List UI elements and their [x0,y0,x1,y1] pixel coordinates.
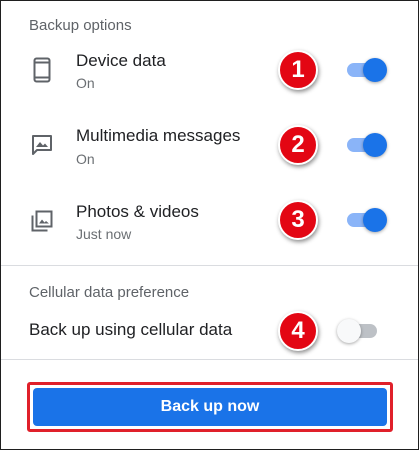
phone-icon [29,57,55,83]
cellular-backup-toggle[interactable] [337,318,377,344]
multimedia-messages-toggle[interactable] [347,132,387,158]
toggle-thumb [363,133,387,157]
backup-item-multimedia-messages[interactable]: Multimedia messages On 2 [1,121,418,181]
backup-settings-panel: Backup options Device data On 1 Multimed… [0,0,419,450]
step-badge-3: 3 [278,200,318,240]
photos-videos-status: Just now [76,226,132,242]
photo-library-icon [29,208,55,234]
cellular-backup-label: Back up using cellular data [29,320,233,339]
multimedia-messages-title: Multimedia messages [76,126,241,145]
toggle-thumb [337,319,361,343]
backup-item-device-data[interactable]: Device data On 1 [1,46,418,106]
image-message-icon [29,132,55,158]
cellular-backup-row[interactable]: Back up using cellular data 4 [1,309,418,353]
photos-videos-toggle[interactable] [347,207,387,233]
step-badge-4: 4 [278,311,318,351]
cellular-data-preference-header: Cellular data preference [29,284,190,301]
back-up-now-button[interactable]: Back up now [33,388,387,426]
backup-options-header: Backup options [29,17,132,34]
backup-item-photos-videos[interactable]: Photos & videos Just now 3 [1,197,418,257]
section-divider [1,359,418,360]
multimedia-messages-status: On [76,151,95,167]
toggle-thumb [363,208,387,232]
toggle-thumb [363,58,387,82]
device-data-title: Device data [76,51,166,70]
device-data-status: On [76,75,95,91]
step-badge-2: 2 [278,125,318,165]
step-badge-1: 1 [278,50,318,90]
photos-videos-title: Photos & videos [76,202,199,221]
section-divider [1,265,418,266]
device-data-toggle[interactable] [347,57,387,83]
